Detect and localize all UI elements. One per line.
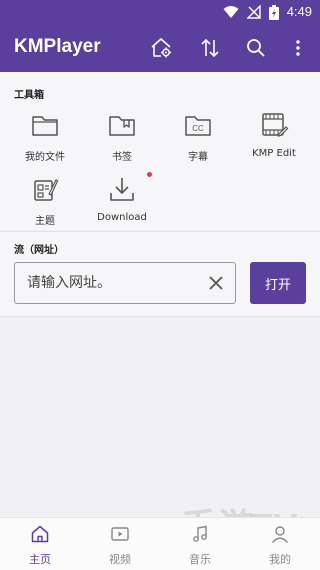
url-input[interactable]: [27, 271, 197, 295]
tool-label: 我的文件: [25, 152, 65, 163]
open-button[interactable]: 打开: [250, 262, 306, 304]
video-edit-icon: [262, 113, 289, 137]
nav-label: 我的: [269, 553, 291, 566]
status-bar: 4:49: [0, 0, 320, 24]
video-icon: [111, 527, 129, 541]
clear-icon[interactable]: [207, 274, 225, 292]
tool-subtitles[interactable]: CC 字幕: [158, 102, 238, 163]
svg-text:CC: CC: [192, 124, 204, 133]
wifi-icon: [223, 6, 239, 18]
nav-label: 主页: [29, 553, 51, 566]
tool-bookmarks[interactable]: 书签: [82, 102, 162, 163]
more-options-button[interactable]: [284, 34, 312, 62]
music-icon: [193, 525, 207, 542]
tool-label: KMP Edit: [252, 148, 296, 159]
folder-icon: [32, 116, 58, 136]
nav-home[interactable]: 主页: [0, 524, 80, 568]
sort-button[interactable]: [196, 34, 224, 62]
tool-kmp-edit[interactable]: KMP Edit: [234, 102, 314, 162]
download-badge: [147, 172, 152, 177]
tool-label: 主题: [35, 216, 55, 227]
home-icon: [31, 525, 49, 543]
url-field: [14, 262, 236, 304]
stream-title: 流（网址）: [14, 245, 64, 256]
profile-icon: [271, 526, 289, 543]
section-divider: [0, 316, 320, 317]
tool-theme[interactable]: 主题: [5, 166, 85, 227]
toolbox-title: 工具箱: [14, 90, 44, 101]
status-time: 4:49: [286, 4, 312, 19]
app-bar: KMPlayer: [0, 24, 320, 72]
bookmark-folder-icon: [109, 116, 135, 136]
tool-label: 字幕: [188, 152, 208, 163]
status-icons: 4:49: [223, 3, 312, 21]
nav-profile[interactable]: 我的: [240, 524, 320, 568]
home-gear-icon: [151, 38, 171, 58]
nav-video[interactable]: 视频: [80, 524, 160, 568]
subtitle-folder-icon: CC: [185, 116, 211, 136]
theme-icon: [34, 179, 59, 201]
no-signal-icon: [246, 5, 261, 19]
battery-charging-icon: [268, 4, 279, 20]
bottom-nav: 主页 视频 音乐 我的: [0, 517, 320, 570]
more-vert-icon: [296, 40, 300, 56]
download-icon: [110, 178, 134, 201]
home-settings-button[interactable]: [147, 34, 175, 62]
nav-music[interactable]: 音乐: [160, 524, 240, 568]
sort-icon: [201, 38, 219, 58]
tool-my-files[interactable]: 我的文件: [5, 102, 85, 163]
app-title: KMPlayer: [14, 36, 101, 57]
search-button[interactable]: [242, 34, 270, 62]
tool-label: 书签: [112, 152, 132, 163]
nav-label: 视频: [109, 553, 131, 566]
tool-label: Download: [97, 212, 147, 223]
search-icon: [247, 39, 265, 57]
nav-label: 音乐: [189, 553, 211, 566]
